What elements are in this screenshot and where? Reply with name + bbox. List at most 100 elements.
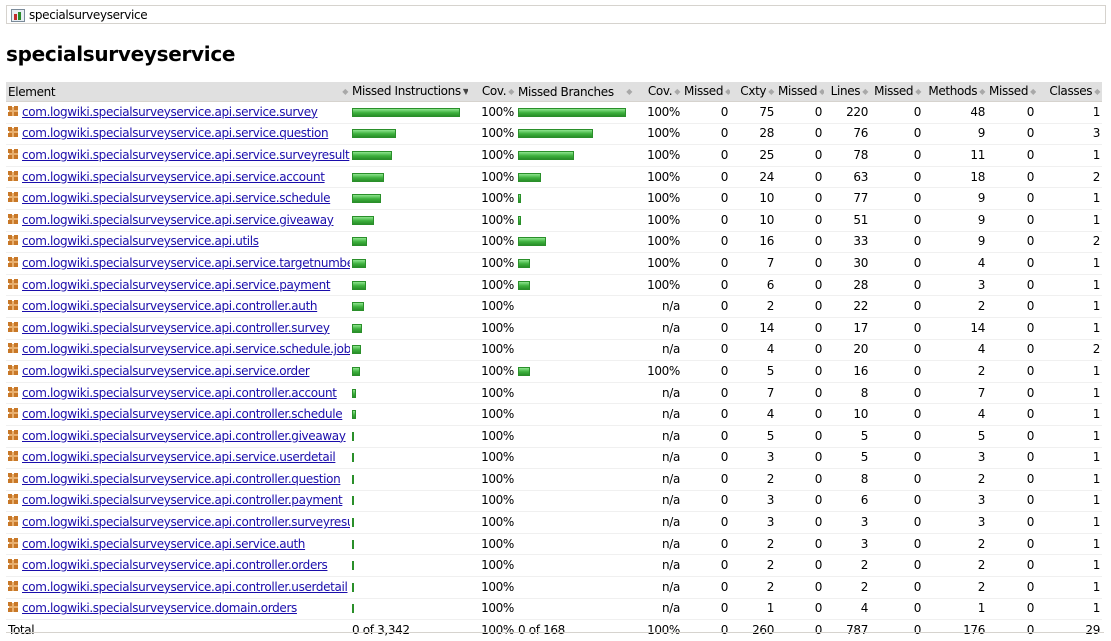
methods: 5 bbox=[923, 425, 987, 448]
cxty-missed: 0 bbox=[682, 231, 730, 254]
cxty-missed: 0 bbox=[682, 360, 730, 383]
instructions-covered-bar bbox=[352, 237, 367, 247]
package-link[interactable]: com.logwiki.specialsurveyservice.api.ser… bbox=[22, 191, 331, 205]
package-link[interactable]: com.logwiki.specialsurveyservice.api.ser… bbox=[22, 126, 329, 140]
methods-missed: 0 bbox=[870, 598, 923, 621]
package-link[interactable]: com.logwiki.specialsurveyservice.api.ser… bbox=[22, 105, 318, 119]
total-cxty: 260 bbox=[730, 619, 776, 641]
package-link[interactable]: com.logwiki.specialsurveyservice.api.ser… bbox=[22, 450, 336, 464]
package-link[interactable]: com.logwiki.specialsurveyservice.api.uti… bbox=[22, 234, 259, 248]
package-link[interactable]: com.logwiki.specialsurveyservice.api.ser… bbox=[22, 537, 305, 551]
total-row: Total 0 of 3,342 100% 0 of 168 100% 0 26… bbox=[6, 619, 1102, 641]
package-link[interactable]: com.logwiki.specialsurveyservice.api.con… bbox=[22, 558, 328, 572]
package-link[interactable]: com.logwiki.specialsurveyservice.api.con… bbox=[22, 580, 348, 594]
col-header-cxty-missed[interactable]: Missed◆ bbox=[682, 82, 730, 102]
cxty-missed: 0 bbox=[682, 382, 730, 405]
classes-missed: 0 bbox=[987, 101, 1036, 124]
missed-branches-cell bbox=[516, 490, 634, 513]
package-link[interactable]: com.logwiki.specialsurveyservice.api.con… bbox=[22, 386, 337, 400]
missed-branches-cell bbox=[516, 295, 634, 318]
col-header-missed-branches[interactable]: Missed Branches ◆ bbox=[516, 82, 634, 102]
missed-instructions-cell bbox=[350, 576, 468, 599]
methods-missed: 0 bbox=[870, 209, 923, 232]
lines-missed: 0 bbox=[776, 231, 824, 254]
classes: 1 bbox=[1036, 533, 1102, 556]
package-link[interactable]: com.logwiki.specialsurveyservice.api.con… bbox=[22, 321, 330, 335]
element-cell: com.logwiki.specialsurveyservice.api.con… bbox=[6, 490, 350, 513]
total-lines: 787 bbox=[824, 619, 870, 641]
col-header-classes-missed[interactable]: Missed ◆ bbox=[987, 82, 1036, 102]
package-link[interactable]: com.logwiki.specialsurveyservice.api.ser… bbox=[22, 170, 325, 184]
sort-icon: ◆ bbox=[979, 87, 985, 96]
package-link[interactable]: com.logwiki.specialsurveyservice.api.ser… bbox=[22, 364, 310, 378]
lines: 220 bbox=[824, 101, 870, 124]
element-cell: com.logwiki.specialsurveyservice.api.ser… bbox=[6, 274, 350, 297]
element-cell: com.logwiki.specialsurveyservice.api.ser… bbox=[6, 447, 350, 470]
missed-branches-cell bbox=[516, 317, 634, 340]
lines: 2 bbox=[824, 554, 870, 578]
table-row: com.logwiki.specialsurveyservice.api.ser… bbox=[6, 123, 1102, 146]
package-icon bbox=[8, 192, 19, 203]
table-row: com.logwiki.specialsurveyservice.api.ser… bbox=[6, 209, 1102, 232]
classes-missed: 0 bbox=[987, 274, 1036, 297]
package-link[interactable]: com.logwiki.specialsurveyservice.api.ser… bbox=[22, 256, 350, 270]
methods: 2 bbox=[923, 554, 987, 578]
package-link[interactable]: com.logwiki.specialsurveyservice.api.ser… bbox=[22, 278, 331, 292]
classes: 1 bbox=[1036, 252, 1102, 275]
package-icon bbox=[8, 429, 19, 441]
element-cell: com.logwiki.specialsurveyservice.api.ser… bbox=[6, 339, 350, 362]
cxty: 10 bbox=[730, 209, 776, 232]
package-link[interactable]: com.logwiki.specialsurveyservice.api.con… bbox=[22, 493, 343, 507]
col-header-methods-missed[interactable]: Missed ◆ bbox=[870, 82, 923, 102]
methods: 4 bbox=[923, 252, 987, 275]
branch-cov: 100% bbox=[634, 252, 682, 275]
total-classes: 29 bbox=[1036, 619, 1102, 641]
cxty-missed: 0 bbox=[682, 490, 730, 513]
col-header-cxty[interactable]: Cxty ◆ bbox=[730, 82, 776, 102]
lines-missed: 0 bbox=[776, 339, 824, 362]
classes: 1 bbox=[1036, 425, 1102, 448]
sort-icon: ◆ bbox=[508, 87, 514, 96]
cxty: 7 bbox=[730, 382, 776, 405]
lines: 17 bbox=[824, 317, 870, 340]
cxty: 2 bbox=[730, 295, 776, 318]
package-link[interactable]: com.logwiki.specialsurveyservice.api.ser… bbox=[22, 342, 350, 356]
col-header-classes[interactable]: Classes ◆ bbox=[1036, 82, 1102, 102]
element-cell: com.logwiki.specialsurveyservice.api.ser… bbox=[6, 123, 350, 146]
package-link[interactable]: com.logwiki.specialsurveyservice.api.con… bbox=[22, 515, 350, 529]
cxty: 75 bbox=[730, 101, 776, 124]
col-header-instr-cov[interactable]: Cov. ◆ bbox=[468, 82, 516, 102]
package-link[interactable]: com.logwiki.specialsurveyservice.api.con… bbox=[22, 299, 318, 313]
col-header-branch-cov[interactable]: Cov. ◆ bbox=[634, 82, 682, 102]
cxty: 5 bbox=[730, 425, 776, 448]
methods-missed: 0 bbox=[870, 166, 923, 189]
branches-covered-bar bbox=[518, 215, 521, 225]
missed-instructions-cell bbox=[350, 382, 468, 405]
classes: 1 bbox=[1036, 209, 1102, 232]
package-link[interactable]: com.logwiki.specialsurveyservice.api.con… bbox=[22, 429, 346, 443]
package-link[interactable]: com.logwiki.specialsurveyservice.domain.… bbox=[22, 601, 297, 615]
package-link[interactable]: com.logwiki.specialsurveyservice.api.ser… bbox=[22, 148, 350, 162]
col-header-lines-missed[interactable]: Missed◆ bbox=[776, 82, 824, 102]
col-header-element[interactable]: Element ◆ bbox=[6, 82, 350, 102]
cxty-missed: 0 bbox=[682, 274, 730, 297]
lines-missed: 0 bbox=[776, 101, 824, 124]
cxty: 6 bbox=[730, 274, 776, 297]
methods: 4 bbox=[923, 403, 987, 426]
col-header-lines[interactable]: Lines ◆ bbox=[824, 82, 870, 102]
methods: 1 bbox=[923, 598, 987, 621]
sort-icon: ◆ bbox=[768, 87, 774, 96]
classes-missed: 0 bbox=[987, 295, 1036, 318]
package-link[interactable]: com.logwiki.specialsurveyservice.api.ser… bbox=[22, 213, 334, 227]
col-header-methods[interactable]: Methods ◆ bbox=[923, 82, 987, 102]
classes: 1 bbox=[1036, 360, 1102, 383]
cxty-missed: 0 bbox=[682, 576, 730, 599]
missed-branches-cell bbox=[516, 576, 634, 599]
table-row: com.logwiki.specialsurveyservice.api.ser… bbox=[6, 533, 1102, 556]
package-link[interactable]: com.logwiki.specialsurveyservice.api.con… bbox=[22, 472, 341, 486]
cxty-missed: 0 bbox=[682, 252, 730, 275]
methods: 18 bbox=[923, 166, 987, 189]
lines-missed: 0 bbox=[776, 360, 824, 383]
col-header-missed-instructions[interactable]: Missed Instructions▼ bbox=[350, 82, 468, 102]
package-link[interactable]: com.logwiki.specialsurveyservice.api.con… bbox=[22, 407, 343, 421]
